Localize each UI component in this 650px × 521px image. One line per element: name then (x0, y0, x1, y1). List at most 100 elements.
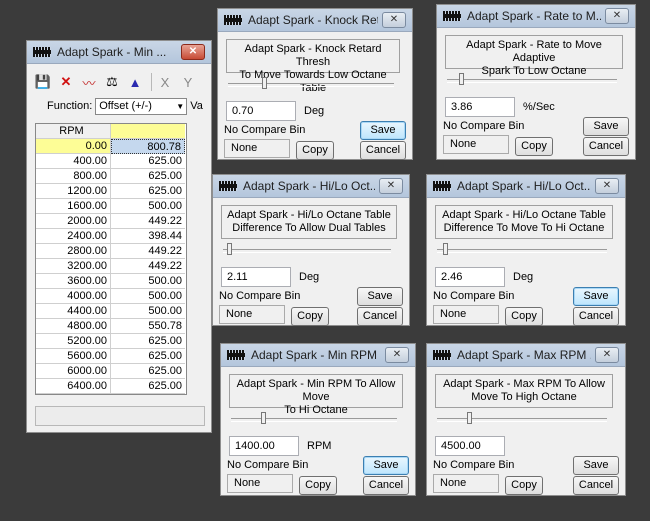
value-input[interactable]: 2.46 (435, 267, 505, 287)
rpm-cell[interactable]: 4400.00 (36, 304, 111, 319)
table-row[interactable]: 2400.00 398.44 (36, 229, 186, 244)
save-button[interactable]: Save (363, 456, 409, 475)
save-button[interactable]: Save (583, 117, 629, 136)
save-button[interactable]: Save (573, 456, 619, 475)
table-row[interactable]: 3200.00 449.22 (36, 259, 186, 274)
value-cell[interactable]: 500.00 (111, 304, 185, 319)
table-row[interactable]: 400.00 625.00 (36, 154, 186, 169)
scale-icon[interactable]: ⚖ (102, 73, 122, 91)
compare-bin-field[interactable]: None (227, 474, 293, 493)
table-row[interactable]: 4800.00 550.78 (36, 319, 186, 334)
save-button[interactable]: Save (357, 287, 403, 306)
function-select[interactable]: Offset (+/-) ▼ (95, 97, 188, 115)
table-row[interactable]: 6000.00 625.00 (36, 364, 186, 379)
rpm-cell[interactable]: 0.00 (36, 139, 111, 154)
close-button[interactable]: ✕ (382, 12, 406, 28)
rpm-cell[interactable]: 800.00 (36, 169, 111, 184)
rpm-cell[interactable]: 5200.00 (36, 334, 111, 349)
cancel-button[interactable]: Cancel (363, 476, 409, 495)
value-input[interactable]: 0.70 (226, 101, 296, 121)
close-button[interactable]: ✕ (595, 178, 619, 194)
table-row[interactable]: 4400.00 500.00 (36, 304, 186, 319)
dialog-titlebar[interactable]: Adapt Spark - Knock Ret... ✕ (218, 9, 412, 32)
rpm-cell[interactable]: 2000.00 (36, 214, 111, 229)
x-axis-icon[interactable]: X (155, 73, 175, 91)
dialog-titlebar[interactable]: Adapt Spark - Min RPM ... ✕ (221, 344, 415, 367)
copy-button[interactable]: Copy (299, 476, 337, 495)
value-slider[interactable] (437, 243, 607, 257)
rpm-cell[interactable]: 4800.00 (36, 319, 111, 334)
table-row[interactable]: 5200.00 625.00 (36, 334, 186, 349)
compare-bin-field[interactable]: None (433, 474, 499, 493)
value-input[interactable]: 1400.00 (229, 436, 299, 456)
close-button[interactable]: ✕ (595, 347, 619, 363)
copy-button[interactable]: Copy (505, 476, 543, 495)
compare-bin-field[interactable]: None (224, 139, 290, 158)
cancel-button[interactable]: Cancel (573, 307, 619, 326)
value-cell[interactable]: 625.00 (111, 169, 185, 184)
rpm-cell[interactable]: 3600.00 (36, 274, 111, 289)
value-cell[interactable]: 625.00 (111, 334, 185, 349)
slider-thumb[interactable] (227, 243, 232, 255)
copy-button[interactable]: Copy (291, 307, 329, 326)
value-cell[interactable]: 625.00 (111, 349, 185, 364)
rpm-cell[interactable]: 2800.00 (36, 244, 111, 259)
table-row[interactable]: 2000.00 449.22 (36, 214, 186, 229)
pyramid-icon[interactable]: ▲ (125, 73, 145, 91)
save-button[interactable]: Save (573, 287, 619, 306)
rpm-cell[interactable]: 5600.00 (36, 349, 111, 364)
value-cell[interactable]: 449.22 (111, 259, 185, 274)
value-slider[interactable] (228, 77, 394, 91)
dialog-titlebar[interactable]: Adapt Spark - Max RPM ... ✕ (427, 344, 625, 367)
copy-button[interactable]: Copy (515, 137, 553, 156)
rpm-cell[interactable]: 2400.00 (36, 229, 111, 244)
table-row[interactable]: 800.00 625.00 (36, 169, 186, 184)
value-cell[interactable]: 625.00 (111, 154, 185, 169)
table-row[interactable]: 3600.00 500.00 (36, 274, 186, 289)
compare-bin-field[interactable]: None (443, 135, 509, 154)
save-button[interactable]: Save (360, 121, 406, 140)
compare-bin-field[interactable]: None (219, 305, 285, 324)
cancel-button[interactable]: Cancel (583, 137, 629, 156)
table-row[interactable]: 1600.00 500.00 (36, 199, 186, 214)
value-input[interactable]: 4500.00 (435, 436, 505, 456)
cancel-button[interactable]: Cancel (360, 141, 406, 160)
table-row[interactable]: 2800.00 449.22 (36, 244, 186, 259)
rpm-cell[interactable]: 1200.00 (36, 184, 111, 199)
close-button[interactable]: ✕ (379, 178, 403, 194)
save-icon[interactable]: 💾 (33, 73, 53, 91)
table-row[interactable]: 5600.00 625.00 (36, 349, 186, 364)
value-slider[interactable] (231, 412, 397, 426)
compare-bin-field[interactable]: None (433, 305, 499, 324)
slider-thumb[interactable] (262, 77, 267, 89)
value-input[interactable]: 3.86 (445, 97, 515, 117)
slider-thumb[interactable] (261, 412, 266, 424)
close-button[interactable]: ✕ (605, 8, 629, 24)
value-input[interactable]: 2.11 (221, 267, 291, 287)
value-cell[interactable]: 398.44 (111, 229, 185, 244)
value-cell[interactable]: 500.00 (111, 199, 185, 214)
value-cell[interactable]: 500.00 (111, 274, 185, 289)
rpm-cell[interactable]: 6400.00 (36, 379, 111, 394)
dialog-titlebar[interactable]: Adapt Spark - Rate to M... ✕ (437, 5, 635, 28)
value-cell[interactable]: 625.00 (111, 364, 185, 379)
table-window-titlebar[interactable]: Adapt Spark - Min ... ✕ (27, 41, 211, 64)
table-row[interactable]: 0.00 800.78 (36, 139, 186, 154)
rpm-cell[interactable]: 1600.00 (36, 199, 111, 214)
dialog-titlebar[interactable]: Adapt Spark - Hi/Lo Oct... ✕ (213, 175, 409, 198)
value-cell[interactable]: 449.22 (111, 244, 185, 259)
slider-thumb[interactable] (459, 73, 464, 85)
close-button[interactable]: ✕ (385, 347, 409, 363)
value-slider[interactable] (437, 412, 607, 426)
value-cell[interactable]: 625.00 (111, 379, 185, 394)
dialog-titlebar[interactable]: Adapt Spark - Hi/Lo Oct... ✕ (427, 175, 625, 198)
value-cell[interactable]: 500.00 (111, 289, 185, 304)
rpm-cell[interactable]: 400.00 (36, 154, 111, 169)
slider-thumb[interactable] (443, 243, 448, 255)
y-axis-icon[interactable]: Y (178, 73, 198, 91)
value-slider[interactable] (447, 73, 617, 87)
table-row[interactable]: 6400.00 625.00 (36, 379, 186, 394)
cancel-button[interactable]: Cancel (573, 476, 619, 495)
graph-icon[interactable]: 〰 (79, 73, 99, 91)
close-button[interactable]: ✕ (181, 44, 205, 60)
